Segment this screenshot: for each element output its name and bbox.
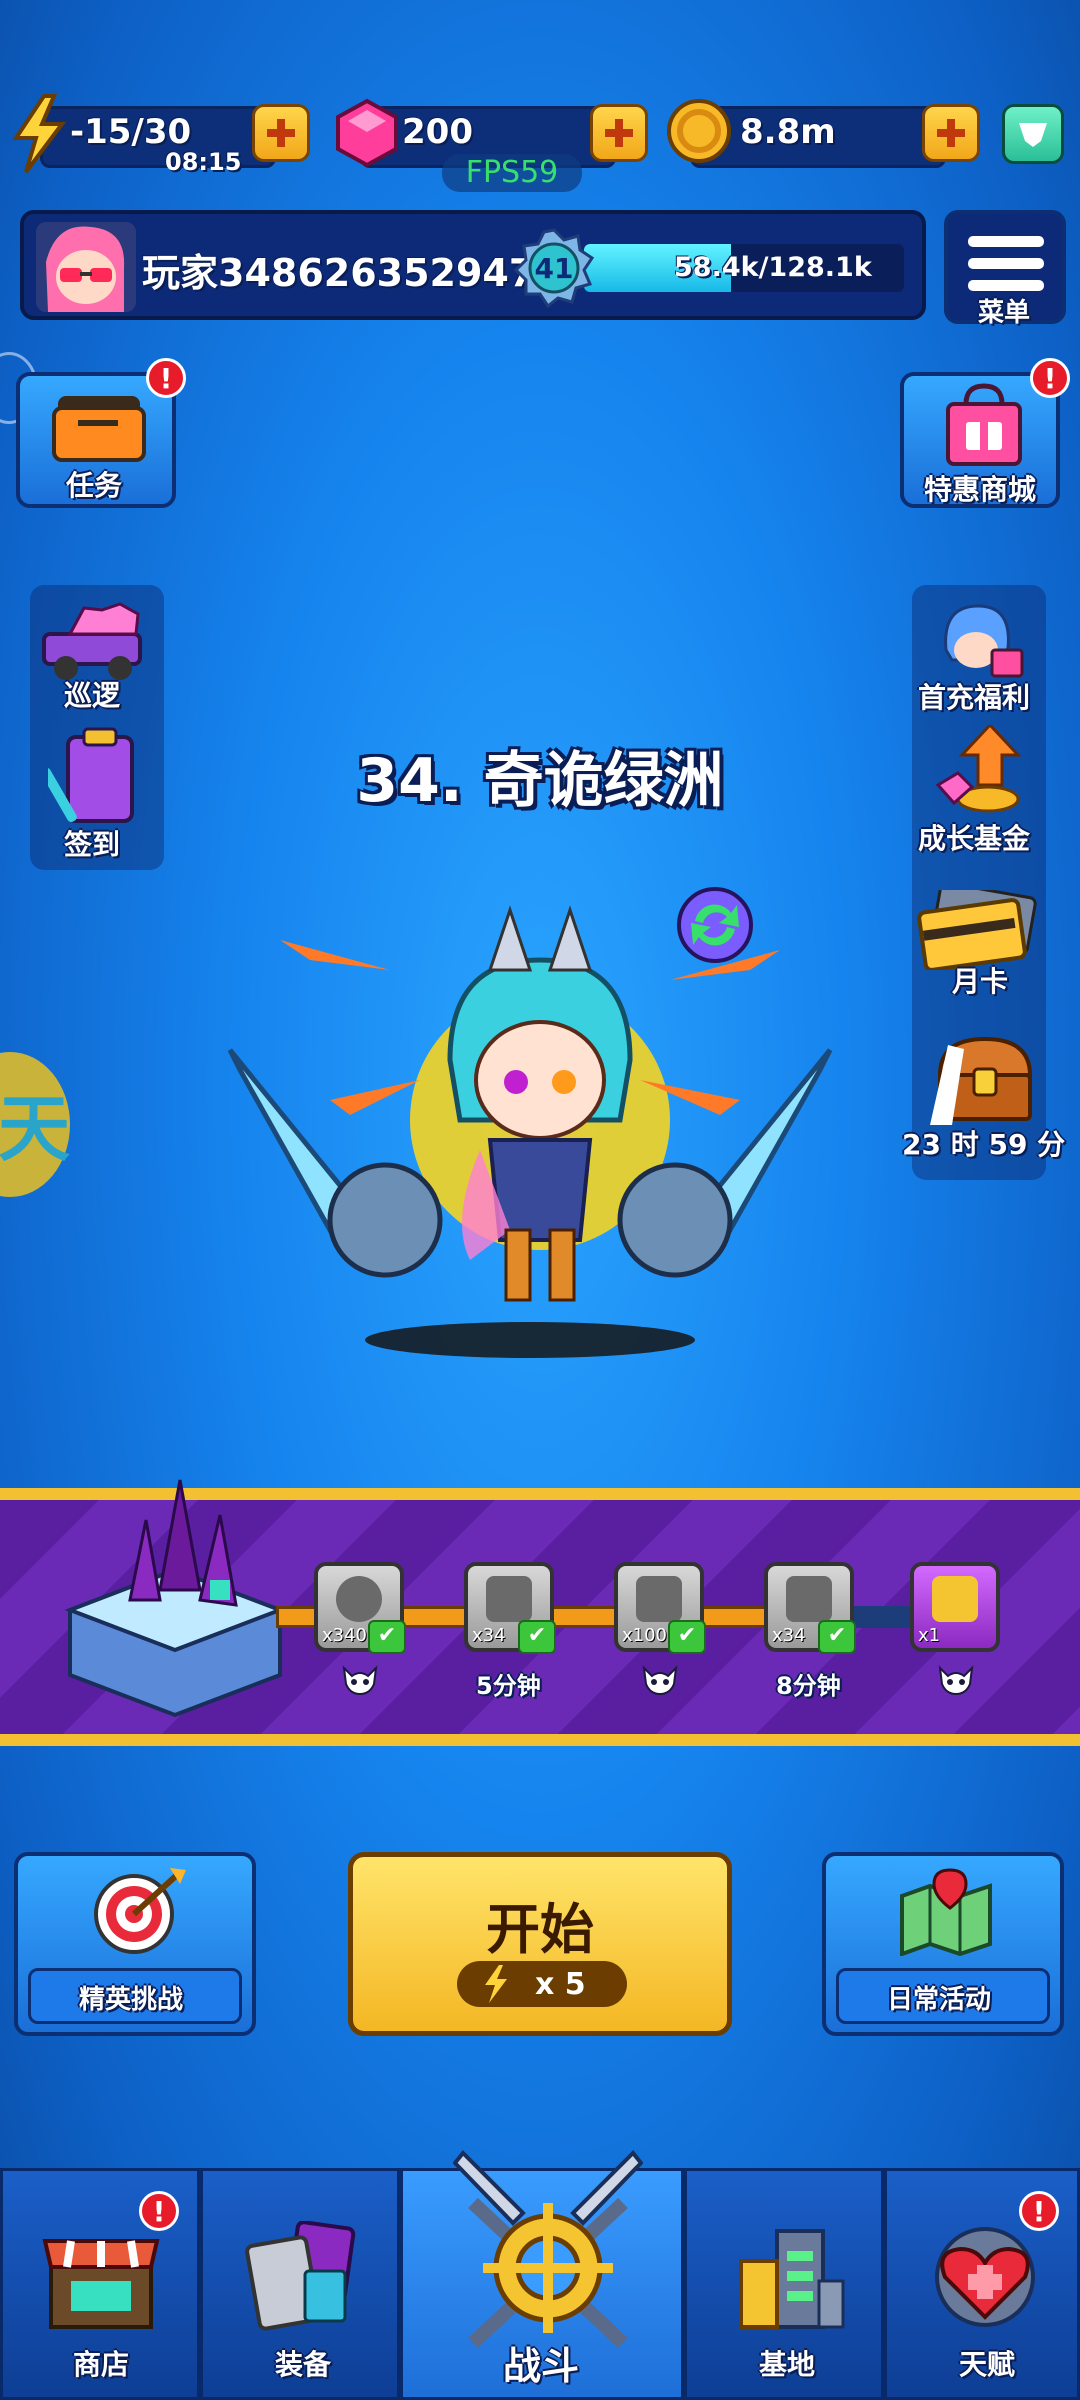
chest-timer-label: 23 时 59 分 xyxy=(902,1128,1066,1161)
energy-value: -15/30 xyxy=(70,112,192,152)
gem-stone-reward-icon xyxy=(636,1576,682,1622)
buildings-icon xyxy=(727,2221,847,2335)
map-icon xyxy=(896,1866,996,1960)
reward-item-key-reward[interactable]: x1 xyxy=(910,1562,1000,1652)
character-gift-icon xyxy=(932,600,1028,688)
exp-text: 58.4k/128.1k xyxy=(674,252,872,283)
lightning-icon xyxy=(8,94,68,178)
chest-timer-button[interactable]: 23 时 59 分 xyxy=(900,1035,1065,1165)
exp-bar: 58.4k/128.1k xyxy=(584,244,904,292)
elite-challenge-button[interactable]: 精英挑战 xyxy=(14,1852,256,2036)
treasure-chest-icon xyxy=(930,1035,1040,1129)
fps-counter: FPS59 xyxy=(442,154,582,192)
signin-label: 签到 xyxy=(64,828,121,861)
reward-count: x34 xyxy=(772,1625,806,1646)
reward-item-gem-stone-reward[interactable]: x100 ✔ xyxy=(614,1562,706,1654)
left-edge-bubble-icon: 天 xyxy=(0,1087,71,1171)
nav-talent-alert-badge: ! xyxy=(1019,2191,1059,2231)
start-button[interactable]: 开始 x 5 xyxy=(348,1852,732,2036)
reward-item-scroll-reward[interactable]: x34 ✔ xyxy=(464,1562,556,1654)
start-cost-value: x 5 xyxy=(535,1967,586,2002)
stage-title: 34. 奇诡绿洲 xyxy=(356,746,724,816)
folder-icon xyxy=(50,386,150,470)
checkmark-icon: ✔ xyxy=(518,1620,556,1654)
scroll-reward-icon xyxy=(486,1576,532,1622)
monthly-card-label: 月卡 xyxy=(952,965,1009,998)
first-recharge-label: 首充福利 xyxy=(918,681,1031,714)
checkmark-icon: ✔ xyxy=(668,1620,706,1654)
patrol-button[interactable]: 巡逻 xyxy=(36,600,156,712)
gift-bag-icon xyxy=(936,382,1032,472)
skull-icon xyxy=(936,1664,976,1700)
coin-reward-icon xyxy=(336,1576,382,1622)
start-cost-pill: x 5 xyxy=(457,1961,627,2007)
daily-activity-button[interactable]: 日常活动 xyxy=(822,1852,1064,2036)
elite-label: 精英挑战 xyxy=(79,1985,184,2015)
checkmark-icon: ✔ xyxy=(368,1620,406,1654)
reward-item-chain-reward[interactable]: x34 ✔ xyxy=(764,1562,856,1654)
add-energy-button[interactable] xyxy=(252,104,310,162)
nav-tab-shop[interactable]: 商店 ! xyxy=(0,2168,200,2400)
hero-character[interactable] xyxy=(220,900,840,1380)
nav-tab-base[interactable]: 基地 xyxy=(684,2168,884,2400)
elite-label-bar: 精英挑战 xyxy=(28,1968,242,2024)
nav-battle-label: 战斗 xyxy=(503,2344,580,2388)
target-icon xyxy=(88,1866,188,1960)
level-value: 41 xyxy=(534,252,574,285)
player-bar[interactable]: 玩家3486263529475 58.4k/128.1k 41 xyxy=(20,210,926,320)
gem-icon xyxy=(334,98,400,172)
nav-talent-label: 天赋 xyxy=(959,2348,1016,2381)
reward-item-coin-reward[interactable]: x3400 ✔ xyxy=(314,1562,406,1654)
equipment-cards-icon xyxy=(243,2220,363,2335)
growth-fund-label: 成长基金 xyxy=(918,822,1031,855)
heart-shield-icon xyxy=(925,2221,1045,2335)
daily-label: 日常活动 xyxy=(887,1985,992,2015)
nav-tab-battle[interactable]: 战斗 xyxy=(400,2150,684,2400)
nav-shop-label: 商店 xyxy=(73,2348,130,2381)
key-reward-icon xyxy=(932,1576,978,1622)
skull-icon xyxy=(640,1664,680,1700)
skull-icon xyxy=(340,1664,380,1700)
menu-button[interactable]: 菜单 xyxy=(944,210,1066,328)
daily-label-bar: 日常活动 xyxy=(836,1968,1050,2024)
shop-stall-icon xyxy=(41,2221,161,2335)
start-label: 开始 xyxy=(486,1898,594,1961)
reward-count: x1 xyxy=(918,1625,941,1646)
special-shop-label: 特惠商城 xyxy=(924,473,1037,506)
coin-icon xyxy=(664,96,734,170)
energy-timer: 08:15 xyxy=(165,148,242,176)
add-gems-button[interactable] xyxy=(590,104,648,162)
stage-island[interactable] xyxy=(60,1460,290,1720)
hamburger-icon xyxy=(968,236,1044,291)
avatar[interactable] xyxy=(36,222,136,312)
reward-time-label: 5分钟 xyxy=(476,1672,541,1700)
reward-count: x100 xyxy=(622,1625,668,1646)
nav-tab-equipment[interactable]: 装备 xyxy=(200,2168,400,2400)
monthly-card-button[interactable]: 月卡 xyxy=(912,870,1046,1000)
patrol-label: 巡逻 xyxy=(64,679,121,712)
task-label: 任务 xyxy=(66,469,123,502)
add-coins-button[interactable] xyxy=(922,104,980,162)
gems-value: 200 xyxy=(402,112,473,152)
reward-count: x34 xyxy=(472,1625,506,1646)
special-shop-alert-badge: ! xyxy=(1030,358,1070,398)
chain-reward-icon xyxy=(786,1576,832,1622)
shield-icon-button[interactable] xyxy=(1002,104,1064,164)
player-name: 玩家3486263529475 xyxy=(142,251,542,295)
menu-label: 菜单 xyxy=(978,298,1031,328)
first-recharge-button[interactable]: 首充福利 xyxy=(912,600,1046,720)
nav-equipment-label: 装备 xyxy=(275,2348,332,2381)
lightning-icon xyxy=(483,1965,509,2007)
level-badge: 41 xyxy=(513,228,595,309)
reward-time-label: 8分钟 xyxy=(776,1672,841,1700)
nav-base-label: 基地 xyxy=(759,2348,816,2381)
nav-shop-alert-badge: ! xyxy=(139,2191,179,2231)
coins-value: 8.8m xyxy=(740,112,836,152)
nav-tab-talent[interactable]: 天赋 ! xyxy=(884,2168,1080,2400)
task-alert-badge: ! xyxy=(146,358,186,398)
checkmark-icon: ✔ xyxy=(818,1620,856,1654)
